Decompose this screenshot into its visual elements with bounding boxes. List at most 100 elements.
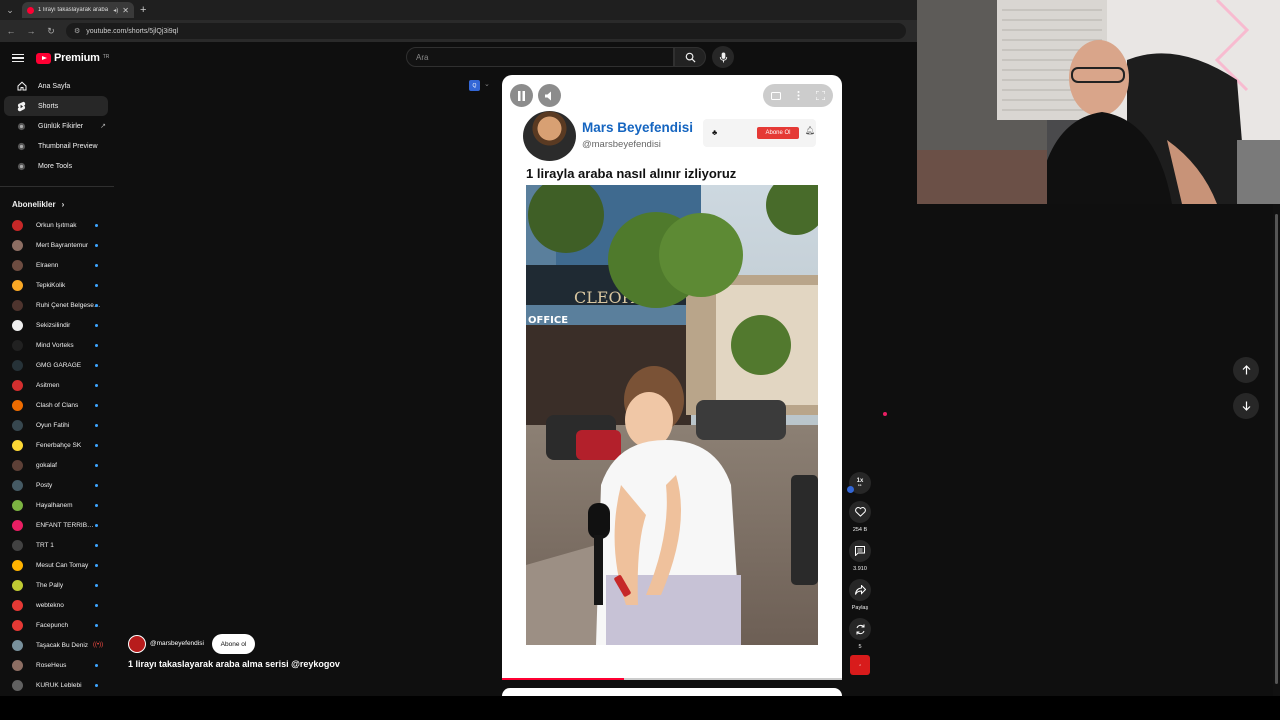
comments-button[interactable] xyxy=(849,540,871,562)
subscription-item[interactable]: Ruhi Çenet Belgese… xyxy=(0,295,114,315)
subscription-name: Fenerbahçe SK xyxy=(36,441,82,449)
comment-icon xyxy=(855,546,865,556)
channel-avatar xyxy=(12,619,23,631)
sidebar-item-ana-sayfa[interactable]: Ana Sayfa xyxy=(4,76,108,96)
sidebar-item-more-tools[interactable]: More Tools xyxy=(4,156,108,176)
back-icon[interactable]: ← xyxy=(6,26,16,36)
overlay-channel-avatar[interactable] xyxy=(128,635,146,653)
share-icon xyxy=(854,585,866,595)
remix-icon xyxy=(856,624,864,634)
sidebar-item-label: Ana Sayfa xyxy=(38,82,71,90)
subscription-item[interactable]: GMG GARAGE xyxy=(0,355,114,375)
channel-avatar xyxy=(12,639,23,651)
new-content-dot-icon xyxy=(95,683,98,687)
subscription-item[interactable]: Fenerbahçe SK xyxy=(0,435,114,455)
search-input[interactable]: Ara xyxy=(406,47,674,67)
subscription-name: Asitmen xyxy=(36,381,60,389)
subscription-item[interactable]: Sekizsilindir xyxy=(0,315,114,335)
progress-bar[interactable] xyxy=(502,678,842,680)
forward-icon[interactable]: → xyxy=(26,26,36,36)
channel-avatar xyxy=(12,359,23,371)
sidebar-item-label: Thumbnail Preview xyxy=(38,142,98,150)
subscription-item[interactable]: Mesut Can Tomay xyxy=(0,555,114,575)
new-content-dot-icon xyxy=(95,423,98,427)
pause-button[interactable] xyxy=(510,84,533,107)
next-short-preview xyxy=(502,688,842,696)
new-content-dot-icon xyxy=(95,603,98,607)
new-tab-button[interactable]: + xyxy=(140,4,146,16)
subscription-item[interactable]: webtekno xyxy=(0,595,114,615)
new-content-dot-icon xyxy=(95,263,98,267)
channel-avatar xyxy=(12,299,23,311)
browser-tab[interactable]: 1 lirayı takaslayarak araba a… ◂) ✕ xyxy=(22,2,134,18)
channel-avatar xyxy=(12,559,23,571)
subscriptions-heading[interactable]: Abonelikler › xyxy=(0,197,114,211)
subscription-item[interactable]: TepkiKolik xyxy=(0,275,114,295)
volume-button[interactable] xyxy=(538,84,561,107)
chevron-down-icon[interactable]: ⌄ xyxy=(484,80,490,88)
subscription-item[interactable]: ENFANT TERRIB… xyxy=(0,515,114,535)
subscribe-button[interactable]: Abone Ol xyxy=(757,127,799,139)
url-field[interactable]: ⚙ youtube.com/shorts/5jlQj3i9ql xyxy=(66,23,906,39)
fullscreen-icon[interactable] xyxy=(815,87,826,105)
subscription-item[interactable]: Oyun Fatihi xyxy=(0,415,114,435)
sidebar-item-thumbnail-preview[interactable]: Thumbnail Preview xyxy=(4,136,108,156)
address-bar: ← → ↻ ⚙ youtube.com/shorts/5jlQj3i9ql xyxy=(0,20,917,42)
subscription-item[interactable]: Asitmen xyxy=(0,375,114,395)
subscription-item[interactable]: Orkun Işıtmak xyxy=(0,215,114,235)
sidebar-item-shorts[interactable]: Shorts xyxy=(4,96,108,116)
scrollbar-thumb[interactable] xyxy=(1275,214,1278,684)
overlay-channel-handle[interactable]: @marsbeyefendisi xyxy=(150,640,204,647)
previous-short-button[interactable] xyxy=(1233,357,1259,383)
subscription-item[interactable]: Facepunch xyxy=(0,615,114,635)
channel-avatar[interactable] xyxy=(523,111,576,161)
webcam-overlay xyxy=(917,0,1280,204)
subscription-item[interactable]: Clash of Clans xyxy=(0,395,114,415)
like-button[interactable] xyxy=(849,501,871,523)
subscription-name: Posty xyxy=(36,481,53,489)
sidebar-item-günlük-fikirler[interactable]: Günlük Fikirler ↗ xyxy=(4,116,108,136)
subscription-item[interactable]: Elraenn xyxy=(0,255,114,275)
subscription-item[interactable]: TRT 1 xyxy=(0,535,114,555)
sound-thumbnail[interactable]: ♫ xyxy=(850,655,870,675)
subscription-item[interactable]: gokalaf xyxy=(0,455,114,475)
video-frame[interactable]: CLEOPATR OFFICE xyxy=(526,185,818,645)
share-button[interactable] xyxy=(849,579,871,601)
tab-search-icon[interactable]: ⌄ xyxy=(0,0,20,20)
more-vert-icon[interactable] xyxy=(797,87,800,105)
bell-icon[interactable]: 🔔︎ xyxy=(805,126,815,135)
shorts-player[interactable]: CLEOPATR OFFICE Mars Beyefendisi @marsbe… xyxy=(502,75,842,680)
overlay-subscribe-button[interactable]: Abone ol xyxy=(212,634,255,654)
speaker-icon[interactable]: ◂) xyxy=(113,7,118,14)
new-content-dot-icon xyxy=(95,243,98,247)
reload-icon[interactable]: ↻ xyxy=(46,26,56,37)
close-tab-icon[interactable]: ✕ xyxy=(122,6,129,15)
subscription-item[interactable]: Taşacak Bu Deniz ((•)) xyxy=(0,635,114,655)
remix-button[interactable] xyxy=(849,618,871,640)
menu-icon[interactable] xyxy=(12,53,24,63)
subscription-item[interactable]: The Pally xyxy=(0,575,114,595)
subscription-name: RoseHeus xyxy=(36,661,67,669)
subscription-item[interactable]: KURUK Leblebi xyxy=(0,675,114,695)
external-link-icon: ↗ xyxy=(100,123,106,130)
search-button[interactable] xyxy=(674,47,706,67)
captions-icon[interactable] xyxy=(771,87,781,105)
subscription-item[interactable]: Mind Vorteks xyxy=(0,335,114,355)
subscription-name: ENFANT TERRIB… xyxy=(36,521,94,529)
page-scrollbar[interactable] xyxy=(1273,204,1280,696)
site-info-icon[interactable]: ⚙ xyxy=(74,27,80,35)
arrow-up-icon xyxy=(1242,365,1250,375)
channel-name[interactable]: Mars Beyefendisi xyxy=(582,120,693,135)
subscription-item[interactable]: RoseHeus xyxy=(0,655,114,675)
subscription-item[interactable]: Posty xyxy=(0,475,114,495)
short-title[interactable]: 1 lirayı takaslayarak araba alma serisi … xyxy=(128,659,340,669)
channel-avatar xyxy=(12,679,23,691)
subscription-item[interactable]: Hayalhanem xyxy=(0,495,114,515)
youtube-premium-logo[interactable]: Premium TR xyxy=(36,52,109,64)
next-short-button[interactable] xyxy=(1233,393,1259,419)
new-content-dot-icon xyxy=(95,403,98,407)
subscription-item[interactable]: Mert Bayrantemur xyxy=(0,235,114,255)
new-content-dot-icon xyxy=(95,303,98,307)
voice-search-button[interactable] xyxy=(712,46,734,68)
extension-badge-icon[interactable]: Q xyxy=(469,80,480,91)
